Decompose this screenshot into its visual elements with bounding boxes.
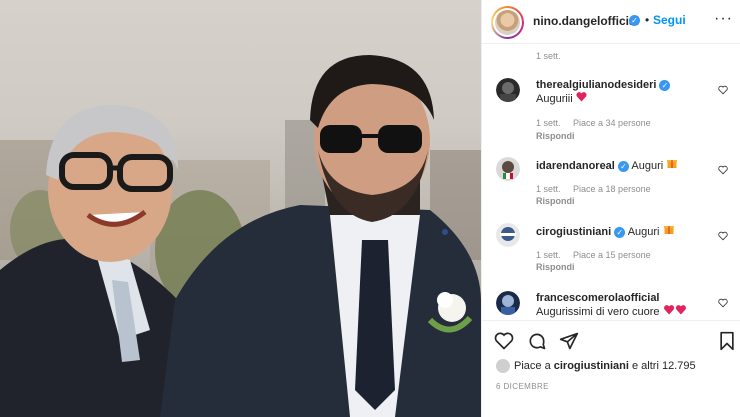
post-photo[interactable]: [0, 0, 481, 417]
commenter-avatar[interactable]: [496, 291, 520, 315]
commenter-avatar[interactable]: [496, 78, 520, 102]
post-date[interactable]: 6 DICEMBRE: [496, 382, 549, 391]
comment-item: idarendanoreal ✓ Auguri 1 sett. Piace a …: [482, 157, 740, 227]
like-heart-icon[interactable]: [494, 331, 514, 351]
commenter-avatar[interactable]: [496, 157, 520, 181]
comment-item: francescomerolaofficial Augurissimi di v…: [482, 291, 740, 320]
save-bookmark-icon[interactable]: [717, 331, 737, 351]
gift-emoji-icon: [663, 226, 674, 234]
author-username[interactable]: nino.dangelofficial: [533, 14, 639, 28]
photo-illustration: [0, 55, 481, 417]
commenter-username[interactable]: francescomerolaofficial: [536, 292, 660, 304]
like-comment-heart-icon[interactable]: [718, 165, 728, 175]
like-comment-heart-icon[interactable]: [718, 298, 728, 308]
liker-avatar: [496, 359, 510, 373]
more-options-icon[interactable]: ···: [714, 10, 733, 28]
comment-item: therealgiulianodesideri ✓ Auguriii 1 set…: [482, 78, 740, 148]
likes-summary[interactable]: Piace a cirogiustiniani e altri 12.795: [496, 359, 696, 373]
comment-likes[interactable]: Piace a 34 persone: [573, 118, 651, 128]
gift-emoji-icon: [667, 160, 678, 168]
commenter-username[interactable]: cirogiustiniani: [536, 226, 611, 238]
follow-button[interactable]: Segui: [653, 13, 686, 27]
comment-likes[interactable]: Piace a 18 persone: [573, 184, 651, 194]
post-sidebar: nino.dangelofficial ✓ • Segui ··· 1 sett…: [481, 0, 740, 417]
share-paper-plane-icon[interactable]: [559, 331, 579, 351]
reply-button[interactable]: Rispondi: [536, 196, 575, 206]
reply-button[interactable]: Rispondi: [536, 262, 575, 272]
comment-bubble-icon[interactable]: [527, 331, 547, 351]
verified-icon: ✓: [659, 79, 671, 91]
verified-icon: ✓: [614, 226, 626, 238]
like-comment-heart-icon[interactable]: [718, 85, 728, 95]
author-avatar[interactable]: [491, 6, 524, 39]
two-hearts-emoji-icon: [663, 305, 686, 315]
comment-time[interactable]: 1 sett.: [536, 118, 561, 128]
comment-time[interactable]: 1 sett.: [536, 184, 561, 194]
red-heart-emoji-icon: [576, 92, 587, 102]
header-separator: •: [645, 13, 650, 27]
post-header: nino.dangelofficial ✓ • Segui ···: [482, 0, 740, 44]
comment-text: Auguri: [631, 160, 664, 172]
comment-text: Augurissimi di vero cuore: [536, 306, 660, 318]
commenter-username[interactable]: idarendanoreal: [536, 160, 615, 172]
comment-item: cirogiustiniani ✓ Auguri 1 sett. Piace a…: [482, 223, 740, 293]
post-actions: Piace a cirogiustiniani e altri 12.795 6…: [482, 320, 740, 417]
commenter-username[interactable]: therealgiulianodesideri: [536, 79, 656, 91]
comment-likes[interactable]: Piace a 15 persone: [573, 250, 651, 260]
previous-comment-time: 1 sett.: [536, 51, 561, 61]
verified-icon: ✓: [617, 160, 629, 172]
liker-username[interactable]: cirogiustiniani: [554, 360, 629, 372]
comment-time[interactable]: 1 sett.: [536, 250, 561, 260]
commenter-avatar[interactable]: [496, 223, 520, 247]
comment-text: Auguri: [627, 226, 660, 238]
reply-button[interactable]: Rispondi: [536, 131, 575, 141]
comment-text: Auguriii: [536, 93, 573, 105]
verified-icon: ✓: [629, 15, 640, 26]
like-comment-heart-icon[interactable]: [718, 231, 728, 241]
comments-list[interactable]: 1 sett. therealgiulianodesideri ✓ Auguri…: [482, 45, 740, 320]
